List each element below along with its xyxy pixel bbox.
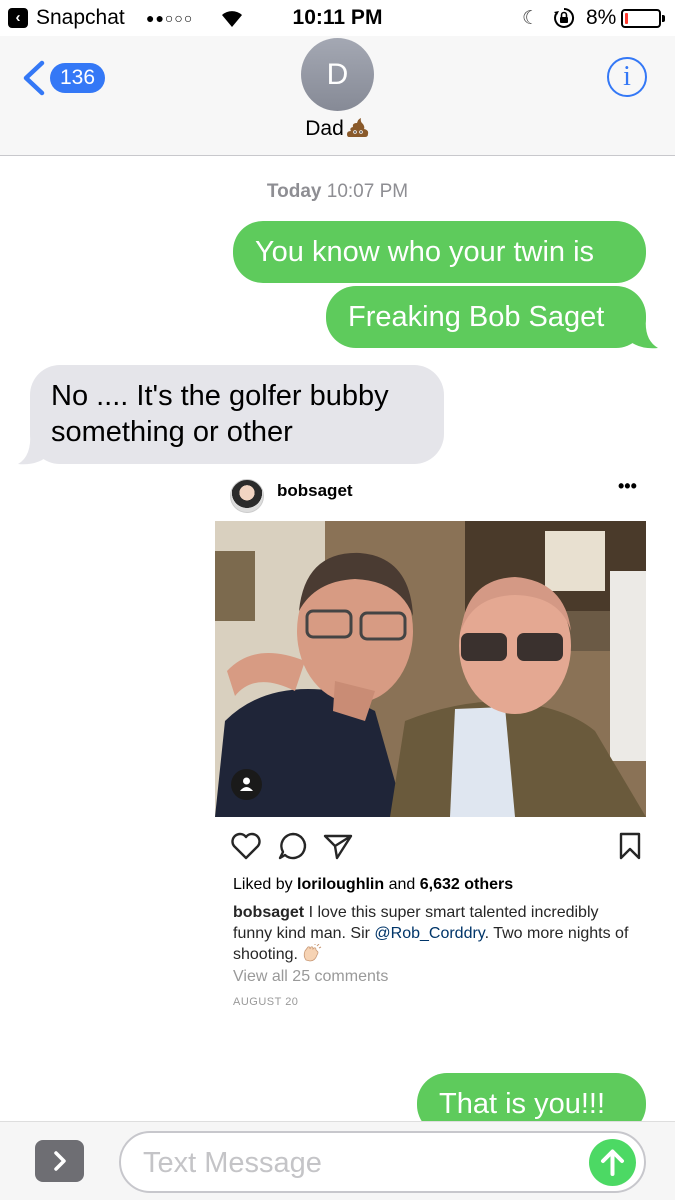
battery-percent: 8% (586, 6, 617, 29)
liked-others[interactable]: 6,632 others (420, 876, 513, 893)
ig-user-avatar[interactable] (230, 479, 264, 513)
timestamp-time: 10:07 PM (326, 181, 409, 202)
person-icon (240, 777, 253, 791)
instagram-post-attachment[interactable]: bobsaget ••• Liked by loriloughlin and 6… (215, 472, 646, 1022)
battery-icon (621, 9, 661, 28)
liked-prefix: Liked by (233, 876, 293, 893)
status-bar: ‹ Snapchat ●●○○○ 10:11 PM ☾ 8% (0, 0, 675, 36)
view-all-comments-link[interactable]: View all 25 comments (233, 968, 388, 986)
tagged-people-icon[interactable] (231, 769, 262, 800)
poop-emoji-icon (346, 118, 368, 137)
comment-icon[interactable] (277, 830, 309, 862)
battery-tip (662, 15, 665, 22)
apps-toggle-button[interactable] (35, 1140, 84, 1182)
post-date: AUGUST 20 (233, 996, 299, 1008)
contact-name-text: Dad (305, 117, 344, 140)
contact-avatar[interactable]: D (301, 38, 374, 111)
ig-caption: bobsaget I love this super smart talente… (233, 902, 638, 965)
info-button[interactable]: i (607, 57, 647, 97)
send-button[interactable] (589, 1139, 636, 1186)
timestamp-day: Today (266, 181, 322, 202)
more-options-icon[interactable]: ••• (618, 476, 637, 497)
caption-mention[interactable]: @Rob_Corddry (374, 925, 484, 942)
photo-illustration (215, 521, 646, 817)
contact-name[interactable]: Dad (0, 116, 675, 141)
caption-username[interactable]: bobsaget (233, 904, 304, 921)
unread-count-badge: 136 (50, 63, 106, 93)
share-icon[interactable] (322, 830, 354, 862)
liked-user[interactable]: loriloughlin (297, 876, 384, 893)
conversation-header: 136 D Dad i (0, 36, 675, 156)
liked-and: and (388, 876, 416, 893)
text-message-input[interactable] (143, 1145, 583, 1181)
message-bubble-incoming[interactable]: No .... It's the golfer bubby something … (30, 365, 444, 464)
back-button[interactable]: 136 (20, 58, 110, 98)
do-not-disturb-icon: ☾ (522, 8, 540, 29)
clapping-hands-emoji-icon (304, 944, 322, 962)
chevron-right-icon (54, 1151, 66, 1171)
ig-post-photo[interactable] (215, 521, 646, 817)
arrow-up-icon (601, 1149, 624, 1176)
message-bubble-outgoing[interactable]: You know who your twin is (233, 221, 646, 283)
ig-action-bar (230, 830, 646, 864)
rotation-lock-icon (554, 7, 575, 28)
bookmark-icon[interactable] (614, 830, 646, 862)
bubble-tail (626, 318, 658, 349)
conversation-timestamp: Today 10:07 PM (0, 181, 675, 203)
chevron-left-icon (23, 60, 45, 96)
message-input-bar (0, 1121, 675, 1200)
text-message-field[interactable] (119, 1131, 646, 1193)
ig-username[interactable]: bobsaget (277, 481, 353, 501)
heart-icon[interactable] (230, 830, 262, 862)
message-bubble-outgoing[interactable]: Freaking Bob Saget (326, 286, 646, 348)
ig-likes[interactable]: Liked by loriloughlin and 6,632 others (233, 876, 513, 894)
battery-level (625, 13, 628, 24)
